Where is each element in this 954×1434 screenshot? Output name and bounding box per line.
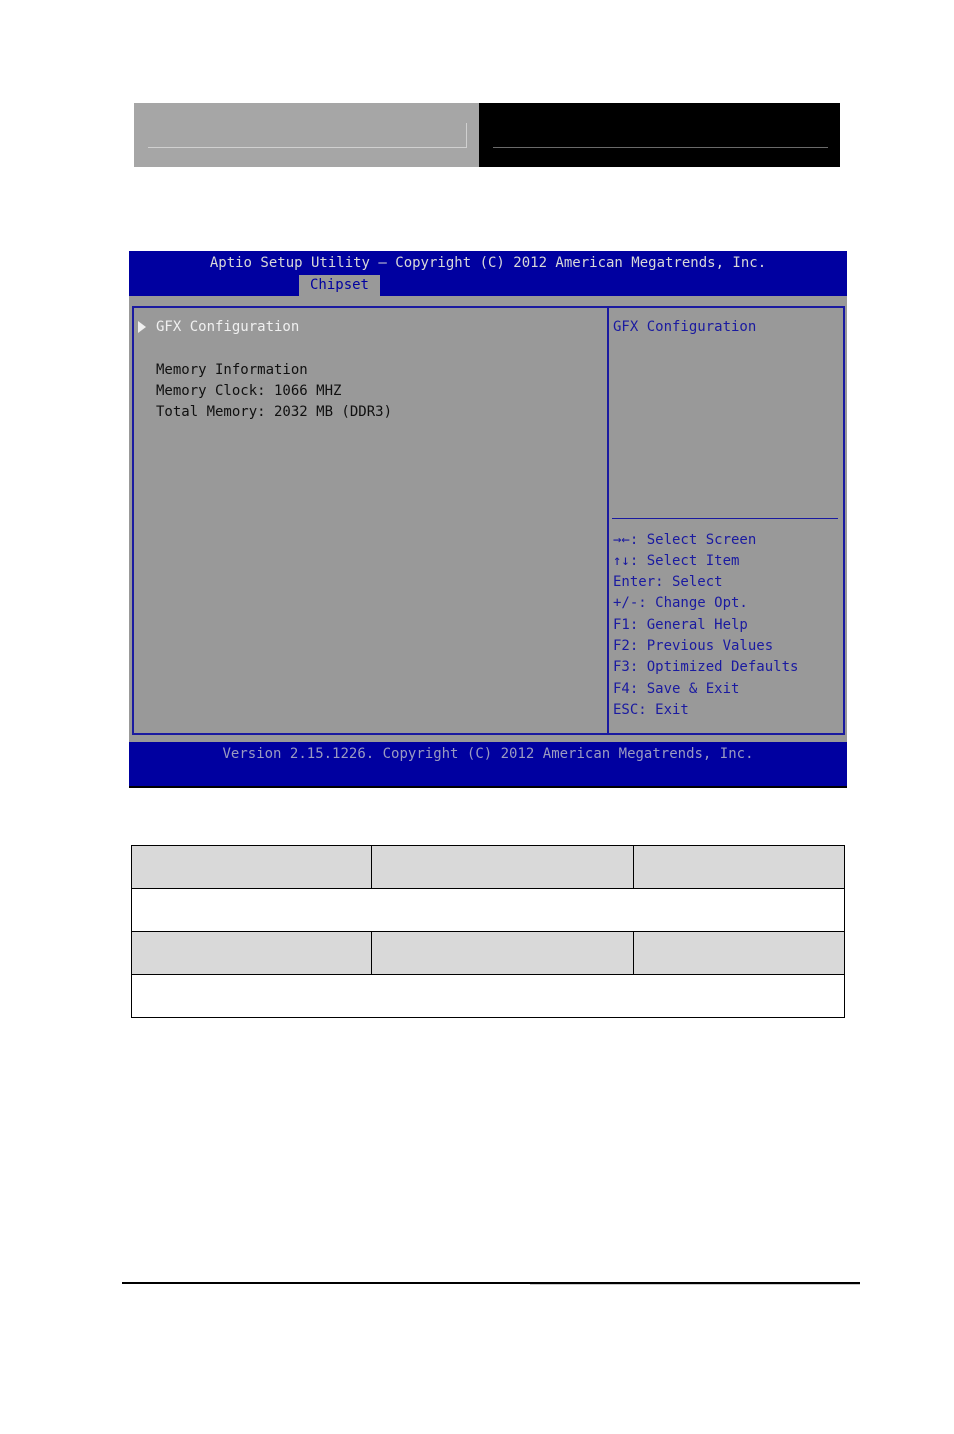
header-left-rule <box>148 147 466 148</box>
menu-item-gfx-configuration[interactable]: GFX Configuration <box>156 317 299 338</box>
key-help-select-item: ↑↓: Select Item <box>613 553 740 569</box>
help-title: GFX Configuration <box>613 319 757 335</box>
bios-title-bar: Aptio Setup Utility – Copyright (C) 2012… <box>129 251 847 296</box>
memory-clock-value: Memory Clock: 1066 MHZ <box>156 383 342 399</box>
key-help-f3: F3: Optimized Defaults <box>613 659 799 675</box>
tab-chipset[interactable]: Chipset <box>299 275 380 296</box>
memory-information-label: Memory Information <box>156 362 308 378</box>
key-help-f1: F1: General Help <box>613 617 748 633</box>
table-row <box>131 931 845 975</box>
table-cell <box>371 931 634 975</box>
table-cell <box>131 888 845 932</box>
document-header-banner <box>134 103 840 167</box>
table-row <box>131 845 845 889</box>
submenu-arrow-icon <box>138 321 146 333</box>
key-help-change-opt: +/-: Change Opt. <box>613 595 748 611</box>
footer-divider-shadow <box>530 1284 860 1285</box>
key-help-select-screen: →←: Select Screen <box>613 532 757 548</box>
bios-title: Aptio Setup Utility – Copyright (C) 2012… <box>209 255 767 271</box>
bios-setup-screen: Aptio Setup Utility – Copyright (C) 2012… <box>129 251 847 788</box>
bios-status-bar: Version 2.15.1226. Copyright (C) 2012 Am… <box>129 742 847 786</box>
header-left-tick <box>466 123 467 148</box>
table-cell <box>131 974 845 1018</box>
table-cell <box>131 845 372 889</box>
help-divider <box>612 518 838 519</box>
table-row <box>131 974 845 1018</box>
key-help-esc: ESC: Exit <box>613 702 689 718</box>
bios-bottom-edge <box>129 786 847 788</box>
option-table <box>131 845 845 1018</box>
key-help-enter: Enter: Select <box>613 574 723 590</box>
table-cell <box>633 845 845 889</box>
table-cell <box>371 845 634 889</box>
table-cell <box>131 931 372 975</box>
key-help-f4: F4: Save & Exit <box>613 681 740 697</box>
bios-version: Version 2.15.1226. Copyright (C) 2012 Am… <box>222 746 754 762</box>
table-cell <box>633 931 845 975</box>
header-right-rule <box>493 147 828 148</box>
header-right-block <box>479 103 840 167</box>
total-memory-value: Total Memory: 2032 MB (DDR3) <box>156 404 393 420</box>
table-row <box>131 888 845 932</box>
key-help-f2: F2: Previous Values <box>613 638 774 654</box>
header-left-block <box>134 103 479 167</box>
